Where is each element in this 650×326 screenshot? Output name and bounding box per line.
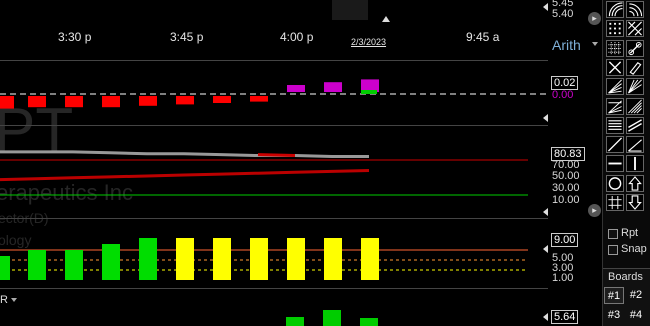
pane4-bar <box>250 238 268 280</box>
up-arrow-icon[interactable] <box>626 174 644 192</box>
pane5-dropdown-icon[interactable] <box>11 298 17 302</box>
grid-dots-icon[interactable] <box>606 20 624 38</box>
parallel-lines-icon[interactable] <box>626 116 644 134</box>
down-arrow-icon[interactable] <box>626 194 644 211</box>
speed-lines-icon[interactable] <box>606 97 624 115</box>
pane5-value-box: 5.64 <box>551 310 579 324</box>
pane4-bar <box>287 238 305 280</box>
rpt-label: Rpt <box>621 227 639 239</box>
pane3-red-segment <box>257 153 296 158</box>
pane4-bar <box>65 250 83 280</box>
pane4-bar <box>139 238 157 280</box>
pane4-bar <box>28 250 46 280</box>
pane3-scale-label-3: 10.00 <box>552 194 580 206</box>
diagonal-grid-icon[interactable] <box>626 20 644 38</box>
pane4-bar <box>213 238 231 280</box>
pane2-zero-label: 0.00 <box>552 89 574 101</box>
pencil-icon[interactable] <box>626 58 644 76</box>
pane2-bar <box>0 96 14 109</box>
pane2-bar <box>102 96 120 108</box>
pane2-bar <box>139 96 157 106</box>
pane4-bar <box>324 238 342 280</box>
arith-dropdown-icon[interactable] <box>592 42 598 46</box>
scale-top-b: 5.40 <box>552 8 574 20</box>
toolbar-expand-top-icon[interactable]: ▸ <box>588 12 601 25</box>
pane2-bar <box>176 96 194 105</box>
pane2-scale-arrow-icon[interactable] <box>543 114 548 122</box>
chart-svg <box>0 79 548 326</box>
angled-line-icon[interactable] <box>626 136 644 154</box>
pane2-bar <box>324 82 342 92</box>
board-4-button[interactable]: #4 <box>626 307 646 324</box>
fib-fan-icon[interactable] <box>606 78 624 96</box>
board-3-button[interactable]: #3 <box>604 307 624 324</box>
toolbar-expand-bottom-icon[interactable]: ▸ <box>588 204 601 217</box>
circle-icon[interactable] <box>606 174 624 192</box>
chart-area[interactable]: PT erapeutics Inc ector(D) ology 3:30 p … <box>0 0 548 326</box>
pane2-bar <box>28 96 46 108</box>
pane5-bar <box>360 318 378 326</box>
trend-line-icon[interactable] <box>606 136 624 154</box>
pane3-scale-label-1: 50.00 <box>552 170 580 182</box>
pane5-bar <box>323 310 341 326</box>
pane4-bar <box>0 256 10 280</box>
fan-arcs-icon[interactable] <box>626 1 644 18</box>
pane2-bar <box>287 85 305 92</box>
pane5-indicator-label[interactable]: R <box>0 294 8 306</box>
pane4-bar <box>361 238 379 280</box>
pane4-scale-arrow-icon[interactable] <box>543 245 548 253</box>
pane3-gray-line <box>0 150 369 158</box>
horizontal-line-icon[interactable] <box>606 155 624 173</box>
pane2-value-box: 0.02 <box>551 76 579 90</box>
snap-label: Snap <box>621 243 647 255</box>
pane2-bar <box>65 96 83 108</box>
pane2-bar-green-tip <box>361 90 377 94</box>
pane4-scale-label-2: 1.00 <box>552 272 574 284</box>
pane5-bar <box>286 317 304 326</box>
pane2-bar <box>250 96 268 102</box>
vertical-line-icon[interactable] <box>626 155 644 173</box>
cross-lines-icon[interactable] <box>606 58 624 76</box>
horizontal-lines-icon[interactable] <box>606 116 624 134</box>
pane3-scale-arrow-icon[interactable] <box>543 208 548 216</box>
snap-checkbox[interactable] <box>608 245 618 255</box>
cross-hatch-icon[interactable] <box>606 194 624 211</box>
scale-top-arrow-icon[interactable] <box>543 3 548 11</box>
pane3-red-line <box>0 168 370 182</box>
board-1-button[interactable]: #1 <box>604 287 624 304</box>
pane4-bar <box>102 244 120 280</box>
gann-fan-icon[interactable] <box>626 78 644 96</box>
rainbow-arcs-icon[interactable] <box>606 1 624 18</box>
pane2-bar <box>213 96 231 103</box>
pane4-value-box: 9.00 <box>551 233 579 247</box>
triangle-lines-icon[interactable] <box>626 97 644 115</box>
rpt-checkbox[interactable] <box>608 229 618 239</box>
board-2-button[interactable]: #2 <box>626 287 646 304</box>
link-icon[interactable] <box>626 39 644 57</box>
arith-scale-label[interactable]: Arith <box>552 37 581 53</box>
dotted-grid-icon[interactable] <box>606 39 624 57</box>
pane5-scale-arrow-icon[interactable] <box>543 313 548 321</box>
boards-label: Boards <box>608 271 643 283</box>
pane4-bar <box>176 238 194 280</box>
pane3-scale-label-2: 30.00 <box>552 182 580 194</box>
